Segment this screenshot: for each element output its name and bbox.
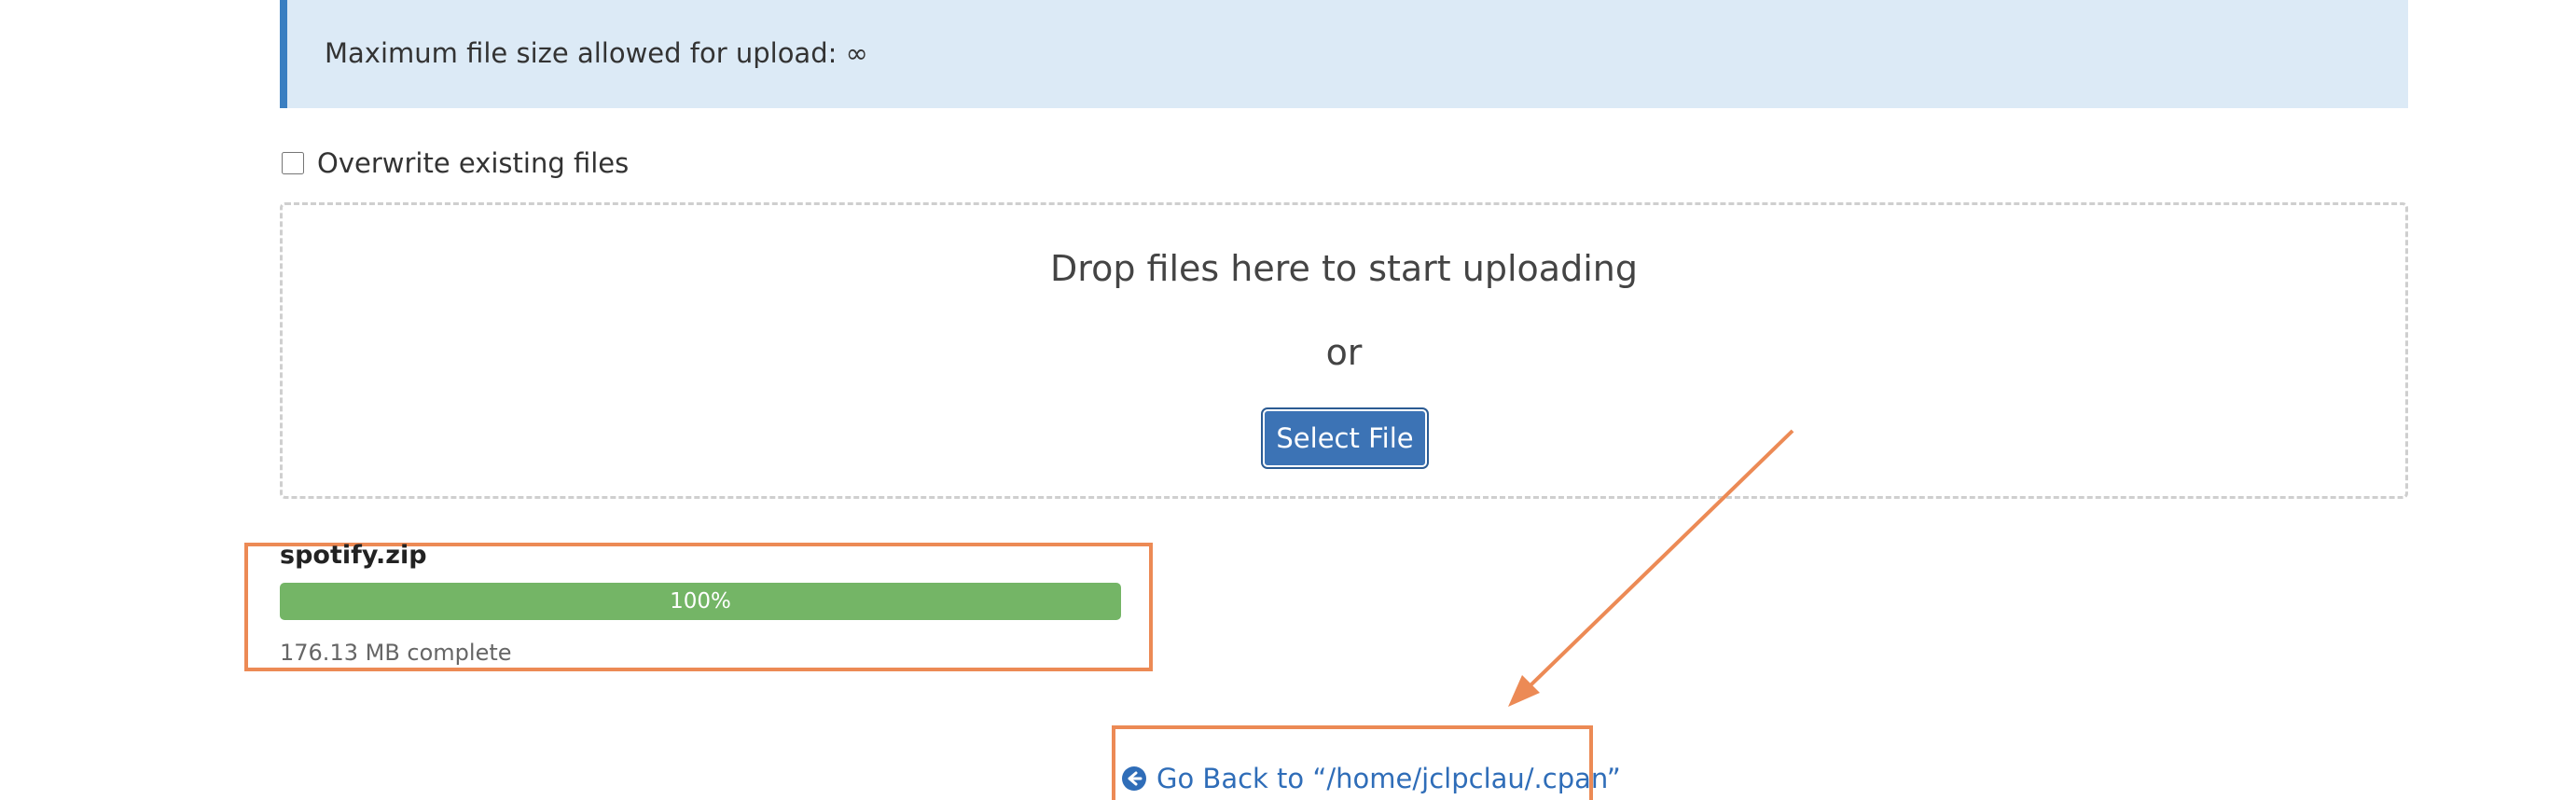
uploaded-file-name: spotify.zip bbox=[280, 541, 427, 570]
upload-progress-label: 100% bbox=[670, 589, 731, 614]
drop-instructions: Drop files here to start uploading bbox=[1050, 248, 1638, 289]
overwrite-option[interactable]: Overwrite existing files bbox=[280, 147, 629, 179]
circle-arrow-left-icon bbox=[1122, 766, 1146, 791]
select-file-button[interactable]: Select File bbox=[1261, 407, 1429, 469]
upload-status-text: 176.13 MB complete bbox=[280, 640, 512, 666]
upload-info-alert: Maximum file size allowed for upload: ∞ bbox=[280, 0, 2408, 108]
file-dropzone[interactable]: Drop files here to start uploading or Se… bbox=[280, 202, 2408, 499]
or-separator: or bbox=[1325, 332, 1363, 373]
go-back-label[interactable]: Go Back to “/home/jclpclau/.cpan” bbox=[1156, 763, 1621, 794]
upload-progress-bar: 100% bbox=[280, 583, 1121, 620]
overwrite-checkbox[interactable] bbox=[282, 152, 304, 174]
overwrite-label[interactable]: Overwrite existing files bbox=[317, 147, 629, 179]
max-file-size-text: Maximum file size allowed for upload: ∞ bbox=[325, 37, 868, 69]
go-back-link[interactable]: Go Back to “/home/jclpclau/.cpan” bbox=[1121, 763, 1621, 794]
upload-progress-fill: 100% bbox=[280, 583, 1121, 620]
